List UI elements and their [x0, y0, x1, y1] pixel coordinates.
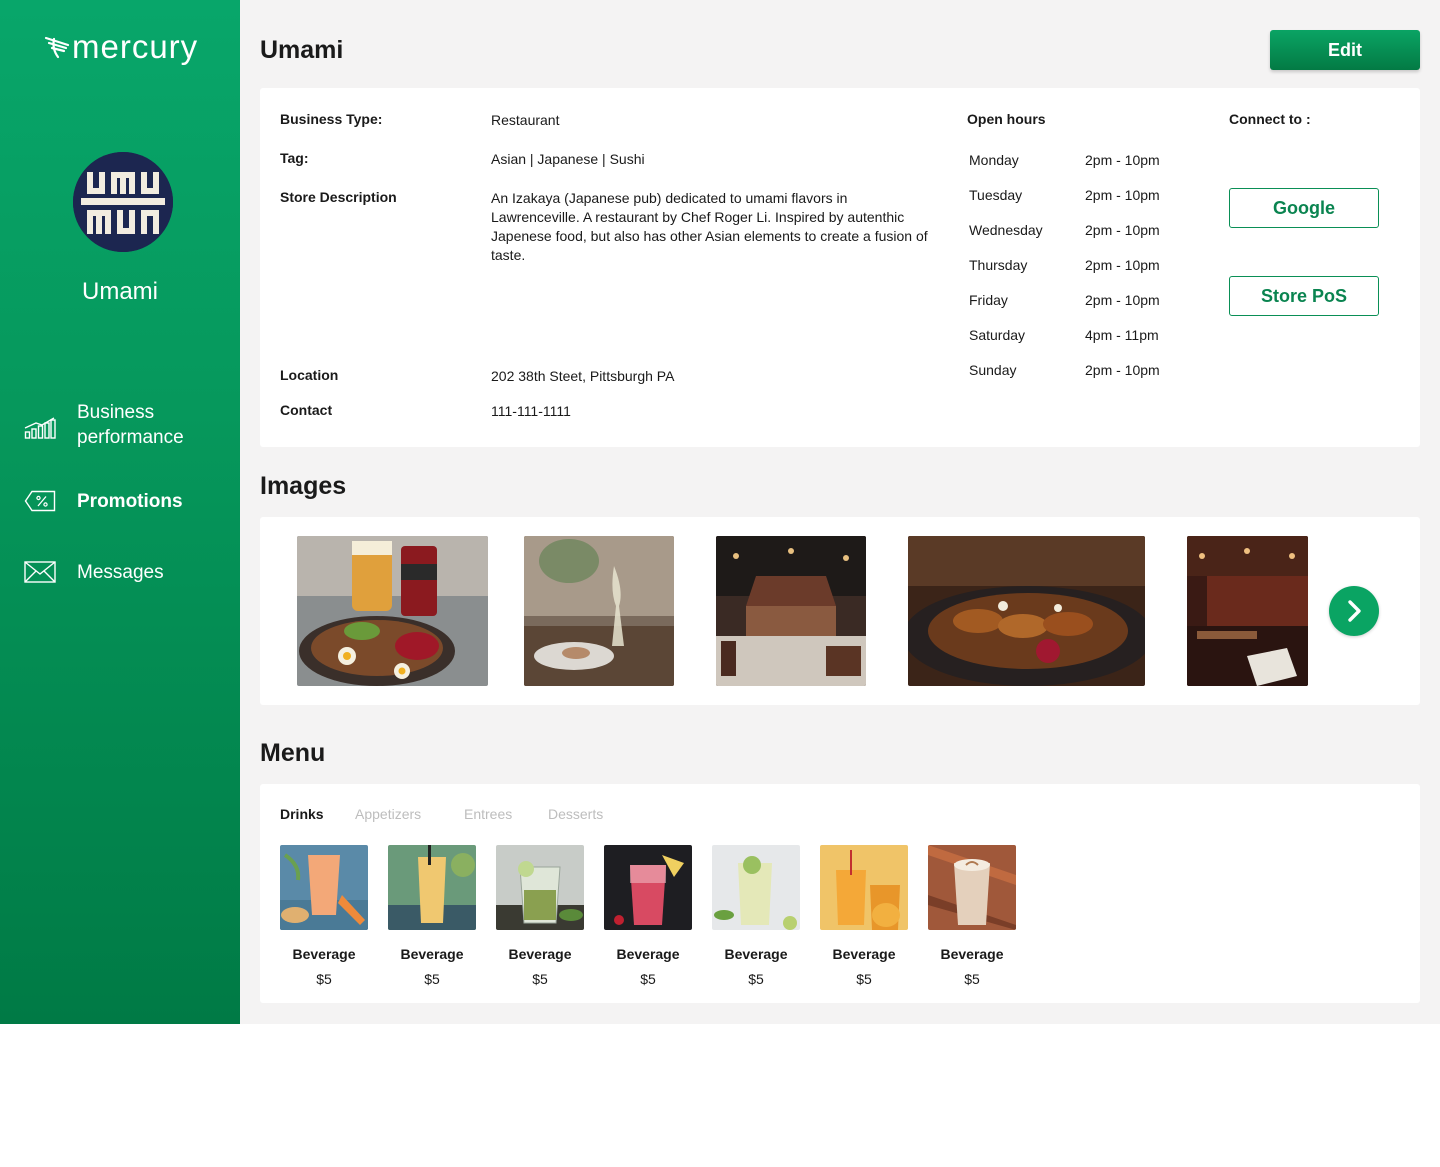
hours-day: Sunday	[969, 362, 1017, 378]
menu-item-price: $5	[424, 971, 440, 987]
hours-day: Friday	[969, 292, 1008, 308]
photo-restaurant-interior[interactable]	[716, 536, 866, 686]
hours-day: Monday	[969, 152, 1019, 168]
page-title: Umami	[260, 36, 344, 64]
hours-time: 2pm - 10pm	[1085, 257, 1160, 273]
store-avatar[interactable]	[73, 152, 173, 252]
menu-item-price: $5	[640, 971, 656, 987]
menu-item-name: Beverage	[508, 946, 572, 962]
menu-item[interactable]: Beverage $5	[712, 845, 800, 995]
sidebar: mercury Umami Business performance Promo…	[0, 0, 240, 1024]
nav-promotions[interactable]: Promotions	[24, 488, 183, 514]
hours-day: Tuesday	[969, 187, 1023, 203]
hours-row: Tuesday 2pm - 10pm	[969, 187, 1169, 207]
bar-chart-icon	[24, 415, 56, 441]
photo-skewers[interactable]	[908, 536, 1145, 686]
menu-item[interactable]: Beverage $5	[928, 845, 1016, 995]
business-type-label: Business Type:	[280, 111, 383, 127]
hours-time: 2pm - 10pm	[1085, 152, 1160, 168]
open-hours-title: Open hours	[967, 111, 1046, 127]
connect-to-title: Connect to :	[1229, 111, 1311, 127]
images-next-button[interactable]	[1329, 586, 1379, 636]
menu-card: Drinks Appetizers Entrees Desserts Bever…	[260, 784, 1420, 1003]
menu-item-price: $5	[748, 971, 764, 987]
store-description-label: Store Description	[280, 189, 397, 205]
tag-value: Asian | Japanese | Sushi	[491, 151, 645, 167]
hours-row: Saturday 4pm - 11pm	[969, 327, 1169, 347]
hours-time: 2pm - 10pm	[1085, 187, 1160, 203]
envelope-icon	[24, 559, 56, 585]
discount-tag-icon	[24, 488, 56, 514]
nav-label-business-performance: Business performance	[77, 402, 184, 448]
menu-item-image	[712, 845, 800, 930]
photo-ramen-beer[interactable]	[297, 536, 488, 686]
tab-desserts[interactable]: Desserts	[548, 806, 603, 822]
mercury-logo[interactable]: mercury	[44, 30, 198, 64]
tab-appetizers[interactable]: Appetizers	[355, 806, 421, 822]
wing-logo-icon	[44, 36, 70, 59]
menu-item-image	[280, 845, 368, 930]
hours-time: 2pm - 10pm	[1085, 222, 1160, 238]
menu-item[interactable]: Beverage $5	[280, 845, 368, 995]
menu-item-image	[820, 845, 908, 930]
location-value: 202 38th Steet, Pittsburgh PA	[491, 368, 675, 384]
images-card	[260, 517, 1420, 705]
menu-item-image	[928, 845, 1016, 930]
hours-row: Sunday 2pm - 10pm	[969, 362, 1169, 382]
connect-google-button[interactable]: Google	[1229, 188, 1379, 228]
menu-item-name: Beverage	[616, 946, 680, 962]
tab-drinks[interactable]: Drinks	[280, 806, 324, 822]
hours-row: Thursday 2pm - 10pm	[969, 257, 1169, 277]
menu-item-name: Beverage	[832, 946, 896, 962]
hours-row: Monday 2pm - 10pm	[969, 152, 1169, 172]
chevron-right-icon	[1348, 600, 1361, 622]
menu-item-image	[604, 845, 692, 930]
hours-time: 2pm - 10pm	[1085, 292, 1160, 308]
menu-item-price: $5	[856, 971, 872, 987]
hours-row: Friday 2pm - 10pm	[969, 292, 1169, 312]
location-label: Location	[280, 367, 339, 383]
menu-item[interactable]: Beverage $5	[604, 845, 692, 995]
tag-label: Tag:	[280, 150, 309, 166]
menu-item-name: Beverage	[724, 946, 788, 962]
hours-day: Wednesday	[969, 222, 1043, 238]
photo-wine-plate[interactable]	[524, 536, 674, 686]
hours-day: Thursday	[969, 257, 1028, 273]
menu-item[interactable]: Beverage $5	[388, 845, 476, 995]
app-root: mercury Umami Business performance Promo…	[0, 0, 1440, 1024]
menu-item-image	[388, 845, 476, 930]
nav-label-promotions: Promotions	[77, 490, 183, 512]
menu-item-price: $5	[316, 971, 332, 987]
sidebar-store-name: Umami	[82, 278, 158, 305]
menu-item-price: $5	[532, 971, 548, 987]
menu-item-name: Beverage	[400, 946, 464, 962]
edit-button[interactable]: Edit	[1270, 30, 1420, 70]
hours-time: 4pm - 11pm	[1085, 327, 1159, 343]
menu-item-image	[496, 845, 584, 930]
menu-item-name: Beverage	[292, 946, 356, 962]
menu-section-title: Menu	[260, 739, 326, 767]
hours-time: 2pm - 10pm	[1085, 362, 1160, 378]
nav-messages[interactable]: Messages	[24, 559, 164, 585]
menu-item[interactable]: Beverage $5	[820, 845, 908, 995]
photo-bar-interior[interactable]	[1187, 536, 1308, 686]
tab-entrees[interactable]: Entrees	[464, 806, 512, 822]
menu-item-price: $5	[964, 971, 980, 987]
connect-store-pos-button[interactable]: Store PoS	[1229, 276, 1379, 316]
store-description-value: An Izakaya (Japanese pub) dedicated to u…	[491, 190, 928, 263]
umami-logo-icon	[73, 152, 173, 252]
menu-item-name: Beverage	[940, 946, 1004, 962]
hours-row: Wednesday 2pm - 10pm	[969, 222, 1169, 242]
store-info-card: Business Type: Restaurant Tag: Asian | J…	[260, 88, 1420, 447]
menu-item[interactable]: Beverage $5	[496, 845, 584, 995]
business-type-value: Restaurant	[491, 112, 560, 128]
images-section-title: Images	[260, 472, 347, 500]
nav-label-messages: Messages	[77, 561, 164, 583]
nav-business-performance[interactable]: Business performance	[24, 400, 184, 452]
contact-value: 111-111-1111	[491, 403, 571, 419]
logo-text: mercury	[72, 28, 199, 65]
hours-day: Saturday	[969, 327, 1026, 343]
contact-label: Contact	[280, 402, 333, 418]
